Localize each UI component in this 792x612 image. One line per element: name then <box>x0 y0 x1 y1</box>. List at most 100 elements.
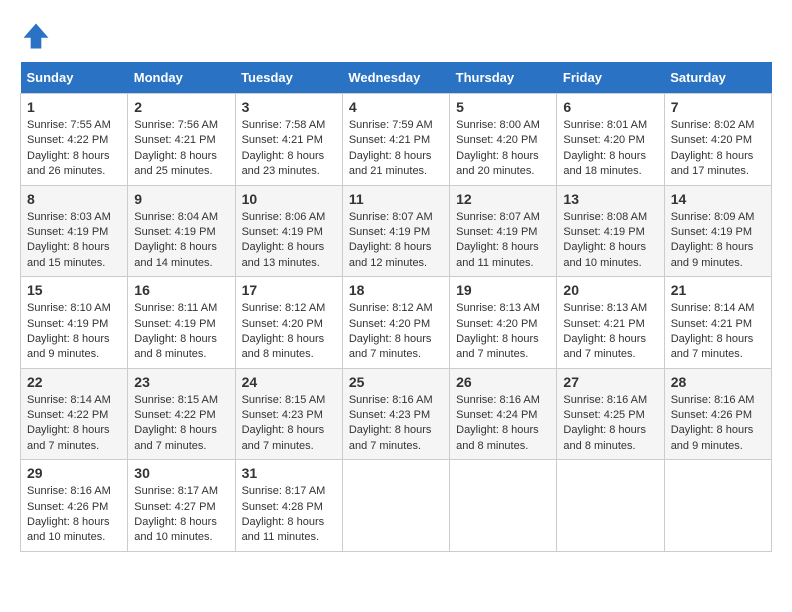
day-number: 23 <box>134 374 228 390</box>
day-number: 30 <box>134 465 228 481</box>
sunset-label: Sunset: 4:21 PM <box>349 134 430 146</box>
sunrise-label: Sunrise: 8:16 AM <box>27 485 111 497</box>
sunset-label: Sunset: 4:20 PM <box>456 318 537 330</box>
calendar-cell <box>450 460 557 552</box>
sunset-label: Sunset: 4:20 PM <box>456 134 537 146</box>
day-number: 6 <box>563 99 657 115</box>
day-number: 31 <box>242 465 336 481</box>
day-number: 11 <box>349 191 443 207</box>
sunset-label: Sunset: 4:22 PM <box>27 409 108 421</box>
day-header-tuesday: Tuesday <box>235 62 342 94</box>
sunset-label: Sunset: 4:22 PM <box>27 134 108 146</box>
sunrise-label: Sunrise: 8:12 AM <box>349 302 433 314</box>
day-header-monday: Monday <box>128 62 235 94</box>
sunrise-label: Sunrise: 8:00 AM <box>456 119 540 131</box>
daylight-label: Daylight: 8 hours and 7 minutes. <box>349 424 432 451</box>
calendar-cell: 2 Sunrise: 7:56 AM Sunset: 4:21 PM Dayli… <box>128 94 235 186</box>
day-header-thursday: Thursday <box>450 62 557 94</box>
sunset-label: Sunset: 4:22 PM <box>134 409 215 421</box>
day-header-saturday: Saturday <box>664 62 771 94</box>
day-number: 19 <box>456 282 550 298</box>
sunset-label: Sunset: 4:25 PM <box>563 409 644 421</box>
sunset-label: Sunset: 4:24 PM <box>456 409 537 421</box>
daylight-label: Daylight: 8 hours and 20 minutes. <box>456 150 539 177</box>
daylight-label: Daylight: 8 hours and 10 minutes. <box>563 241 646 268</box>
page-header <box>20 20 772 52</box>
calendar-cell: 30 Sunrise: 8:17 AM Sunset: 4:27 PM Dayl… <box>128 460 235 552</box>
calendar-cell: 31 Sunrise: 8:17 AM Sunset: 4:28 PM Dayl… <box>235 460 342 552</box>
daylight-label: Daylight: 8 hours and 7 minutes. <box>349 333 432 360</box>
calendar-cell: 3 Sunrise: 7:58 AM Sunset: 4:21 PM Dayli… <box>235 94 342 186</box>
daylight-label: Daylight: 8 hours and 26 minutes. <box>27 150 110 177</box>
day-number: 24 <box>242 374 336 390</box>
calendar-cell: 9 Sunrise: 8:04 AM Sunset: 4:19 PM Dayli… <box>128 185 235 277</box>
sunset-label: Sunset: 4:21 PM <box>242 134 323 146</box>
sunset-label: Sunset: 4:20 PM <box>563 134 644 146</box>
sunset-label: Sunset: 4:19 PM <box>671 226 752 238</box>
calendar-cell: 6 Sunrise: 8:01 AM Sunset: 4:20 PM Dayli… <box>557 94 664 186</box>
day-number: 21 <box>671 282 765 298</box>
daylight-label: Daylight: 8 hours and 21 minutes. <box>349 150 432 177</box>
calendar-cell: 25 Sunrise: 8:16 AM Sunset: 4:23 PM Dayl… <box>342 368 449 460</box>
day-number: 28 <box>671 374 765 390</box>
calendar-week-row: 8 Sunrise: 8:03 AM Sunset: 4:19 PM Dayli… <box>21 185 772 277</box>
calendar-week-row: 29 Sunrise: 8:16 AM Sunset: 4:26 PM Dayl… <box>21 460 772 552</box>
day-number: 10 <box>242 191 336 207</box>
daylight-label: Daylight: 8 hours and 13 minutes. <box>242 241 325 268</box>
day-number: 1 <box>27 99 121 115</box>
sunset-label: Sunset: 4:21 PM <box>671 318 752 330</box>
sunset-label: Sunset: 4:27 PM <box>134 501 215 513</box>
daylight-label: Daylight: 8 hours and 14 minutes. <box>134 241 217 268</box>
sunrise-label: Sunrise: 8:14 AM <box>671 302 755 314</box>
calendar-cell: 10 Sunrise: 8:06 AM Sunset: 4:19 PM Dayl… <box>235 185 342 277</box>
sunset-label: Sunset: 4:19 PM <box>349 226 430 238</box>
daylight-label: Daylight: 8 hours and 7 minutes. <box>563 333 646 360</box>
calendar-cell: 7 Sunrise: 8:02 AM Sunset: 4:20 PM Dayli… <box>664 94 771 186</box>
day-header-sunday: Sunday <box>21 62 128 94</box>
daylight-label: Daylight: 8 hours and 23 minutes. <box>242 150 325 177</box>
calendar-cell: 29 Sunrise: 8:16 AM Sunset: 4:26 PM Dayl… <box>21 460 128 552</box>
sunrise-label: Sunrise: 8:17 AM <box>134 485 218 497</box>
calendar-cell: 26 Sunrise: 8:16 AM Sunset: 4:24 PM Dayl… <box>450 368 557 460</box>
daylight-label: Daylight: 8 hours and 8 minutes. <box>563 424 646 451</box>
calendar-cell: 4 Sunrise: 7:59 AM Sunset: 4:21 PM Dayli… <box>342 94 449 186</box>
daylight-label: Daylight: 8 hours and 8 minutes. <box>242 333 325 360</box>
sunset-label: Sunset: 4:19 PM <box>242 226 323 238</box>
calendar-cell <box>342 460 449 552</box>
day-number: 15 <box>27 282 121 298</box>
daylight-label: Daylight: 8 hours and 8 minutes. <box>456 424 539 451</box>
sunrise-label: Sunrise: 8:15 AM <box>242 394 326 406</box>
sunrise-label: Sunrise: 8:10 AM <box>27 302 111 314</box>
calendar-cell: 11 Sunrise: 8:07 AM Sunset: 4:19 PM Dayl… <box>342 185 449 277</box>
day-number: 9 <box>134 191 228 207</box>
daylight-label: Daylight: 8 hours and 12 minutes. <box>349 241 432 268</box>
calendar-cell: 16 Sunrise: 8:11 AM Sunset: 4:19 PM Dayl… <box>128 277 235 369</box>
calendar-cell: 19 Sunrise: 8:13 AM Sunset: 4:20 PM Dayl… <box>450 277 557 369</box>
day-number: 13 <box>563 191 657 207</box>
sunrise-label: Sunrise: 8:12 AM <box>242 302 326 314</box>
sunrise-label: Sunrise: 8:02 AM <box>671 119 755 131</box>
sunrise-label: Sunrise: 8:16 AM <box>349 394 433 406</box>
sunrise-label: Sunrise: 7:59 AM <box>349 119 433 131</box>
calendar-cell: 12 Sunrise: 8:07 AM Sunset: 4:19 PM Dayl… <box>450 185 557 277</box>
sunset-label: Sunset: 4:20 PM <box>671 134 752 146</box>
sunrise-label: Sunrise: 8:07 AM <box>349 211 433 223</box>
calendar-cell: 13 Sunrise: 8:08 AM Sunset: 4:19 PM Dayl… <box>557 185 664 277</box>
day-number: 4 <box>349 99 443 115</box>
sunset-label: Sunset: 4:19 PM <box>563 226 644 238</box>
calendar-cell: 8 Sunrise: 8:03 AM Sunset: 4:19 PM Dayli… <box>21 185 128 277</box>
sunrise-label: Sunrise: 8:11 AM <box>134 302 217 314</box>
sunrise-label: Sunrise: 8:16 AM <box>456 394 540 406</box>
logo-icon <box>20 20 52 52</box>
calendar-cell: 24 Sunrise: 8:15 AM Sunset: 4:23 PM Dayl… <box>235 368 342 460</box>
sunset-label: Sunset: 4:19 PM <box>456 226 537 238</box>
calendar-cell: 28 Sunrise: 8:16 AM Sunset: 4:26 PM Dayl… <box>664 368 771 460</box>
day-number: 26 <box>456 374 550 390</box>
sunset-label: Sunset: 4:19 PM <box>27 226 108 238</box>
day-header-wednesday: Wednesday <box>342 62 449 94</box>
daylight-label: Daylight: 8 hours and 11 minutes. <box>242 516 325 543</box>
sunrise-label: Sunrise: 8:16 AM <box>563 394 647 406</box>
sunrise-label: Sunrise: 7:56 AM <box>134 119 218 131</box>
sunset-label: Sunset: 4:26 PM <box>671 409 752 421</box>
daylight-label: Daylight: 8 hours and 9 minutes. <box>671 241 754 268</box>
